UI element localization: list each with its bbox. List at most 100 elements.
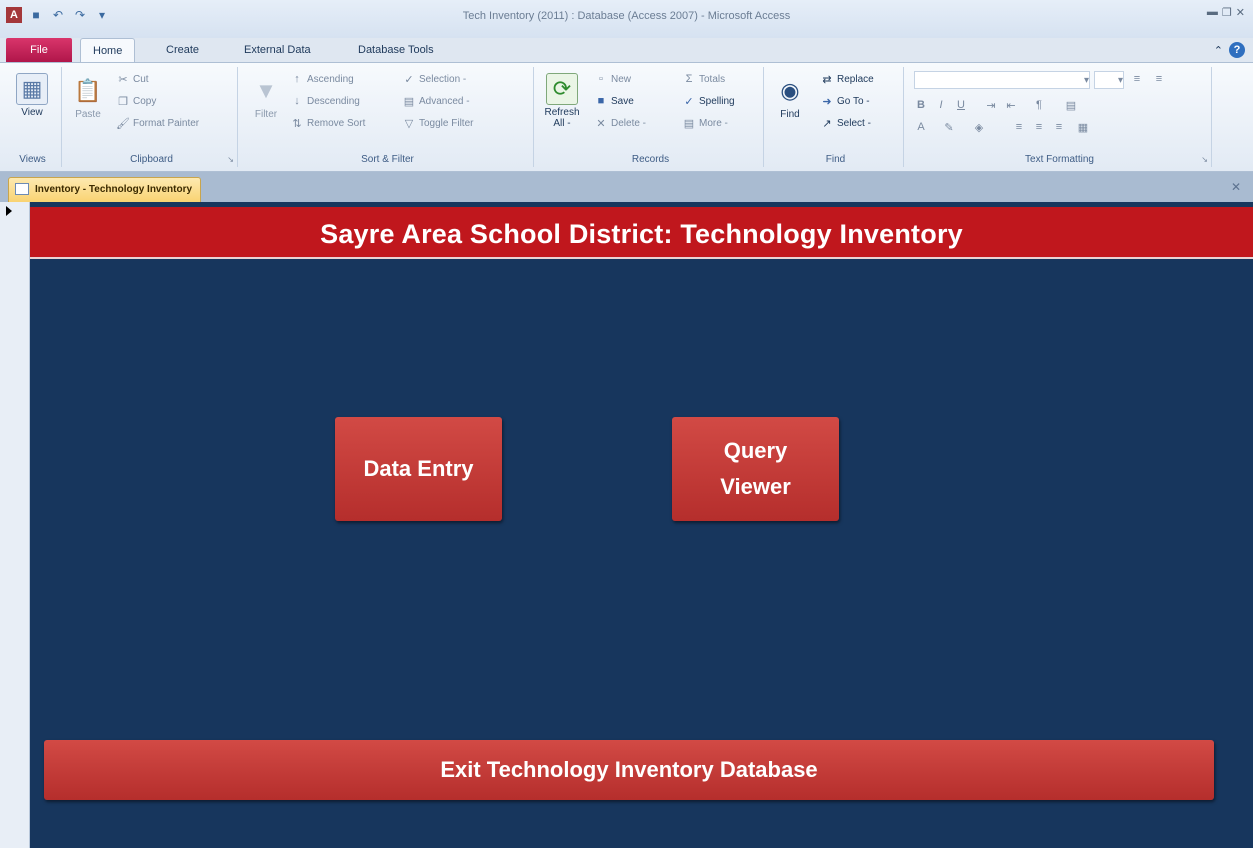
font-name-dropdown[interactable]: ▾ (914, 71, 1090, 89)
ascending-label: Ascending (307, 73, 354, 85)
new-record-button[interactable]: ▫ New (594, 73, 631, 85)
text-direction-button[interactable]: ¶ (1032, 99, 1046, 111)
view-icon: ▦ (16, 73, 48, 105)
underline-button[interactable]: U (954, 99, 968, 111)
fill-color-button[interactable]: ◈ (972, 121, 986, 134)
help-icon[interactable]: ? (1229, 42, 1245, 58)
close-icon[interactable]: ✕ (1236, 6, 1245, 19)
selection-button[interactable]: ✓ Selection - (402, 73, 466, 86)
cut-button[interactable]: ✂ Cut (116, 73, 148, 86)
indent-icon: ⇥ (986, 100, 996, 112)
more-button[interactable]: ▤ More - (682, 117, 728, 130)
totals-button[interactable]: Σ Totals (682, 73, 726, 85)
spelling-label: Spelling (699, 96, 735, 107)
tab-external-data[interactable]: External Data (232, 38, 323, 62)
descending-label: Descending (307, 95, 360, 107)
query-viewer-label-line2: Viewer (720, 474, 791, 499)
bold-icon: B (917, 99, 925, 111)
bullets-button[interactable]: ≡ (1130, 73, 1144, 85)
sort-filter-group-label: Sort & Filter (361, 154, 414, 165)
close-document-icon[interactable]: ✕ (1231, 180, 1241, 194)
gridlines-button[interactable]: ▦ (1076, 121, 1090, 134)
new-label: New (611, 73, 632, 85)
sort-ascending-icon: ↑ (294, 73, 300, 85)
align-center-button[interactable]: ≡ (1032, 121, 1046, 133)
goto-label: Go To - (837, 96, 870, 107)
italic-icon: I (939, 99, 943, 111)
selection-label: Selection - (419, 74, 467, 85)
align-left-button[interactable]: ≡ (1012, 121, 1026, 133)
underline-icon: U (957, 99, 965, 111)
record-selector[interactable] (0, 202, 30, 848)
text-formatting-launcher-icon[interactable]: ↘ (1201, 155, 1208, 164)
form-header: Sayre Area School District: Technology I… (30, 207, 1253, 259)
ribbon-tabs: File Home Create External Data Database … (0, 38, 1253, 62)
decrease-indent-button[interactable]: ⇤ (1004, 99, 1018, 112)
restore-icon[interactable]: ❐ (1222, 6, 1232, 19)
fill-color-icon: ◈ (974, 122, 984, 134)
numbering-icon: ≡ (1155, 73, 1163, 85)
refresh-all-button[interactable]: ⟳ Refresh All - (540, 73, 584, 129)
descending-button[interactable]: ↓ Descending (290, 95, 360, 107)
title-bar: A ■ ↶ ↷ ▾ Tech Inventory (2011) : Databa… (0, 0, 1253, 38)
highlight-icon: ✎ (944, 122, 954, 134)
delete-record-button[interactable]: ✕ Delete - (594, 117, 646, 130)
format-painter-label: Format Painter (133, 118, 200, 129)
align-right-button[interactable]: ≡ (1052, 121, 1066, 133)
advanced-label: Advanced - (419, 96, 470, 107)
tab-create[interactable]: Create (154, 38, 211, 62)
clipboard-launcher-icon[interactable]: ↘ (227, 155, 234, 164)
find-button[interactable]: ◉ Find (772, 75, 808, 120)
view-button[interactable]: ▦ View (12, 73, 52, 118)
remove-sort-button[interactable]: ⇅ Remove Sort (290, 117, 365, 130)
save-record-icon: ■ (597, 95, 605, 107)
records-group-label: Records (631, 154, 670, 165)
form-title: Sayre Area School District: Technology I… (320, 219, 963, 249)
line-spacing-button[interactable]: ▤ (1064, 99, 1078, 112)
minimize-ribbon-icon[interactable]: ⌃ (1214, 44, 1223, 57)
group-find: ◉ Find ⇄ Replace ➜ Go To - ↗ Select - Find (768, 67, 904, 167)
data-entry-label: Data Entry (363, 456, 474, 481)
numbering-button[interactable]: ≡ (1152, 73, 1166, 85)
replace-label: Replace (837, 74, 874, 85)
paste-icon: 📋 (74, 78, 102, 103)
toggle-filter-button[interactable]: ▽ Toggle Filter (402, 117, 474, 130)
sort-descending-icon: ↓ (294, 95, 300, 107)
tab-home[interactable]: Home (80, 38, 136, 62)
replace-button[interactable]: ⇄ Replace (820, 73, 874, 86)
copy-button[interactable]: ❐ Copy (116, 95, 156, 108)
increase-indent-button[interactable]: ⇥ (984, 99, 998, 112)
window-controls: ▬ ❐ ✕ (1207, 6, 1245, 19)
bullets-icon: ≡ (1133, 73, 1141, 85)
document-tab[interactable]: Inventory - Technology Inventory (8, 177, 202, 202)
group-records: ⟳ Refresh All - ▫ New ■ Save ✕ Delete - Σ To… (538, 67, 764, 167)
filter-button[interactable]: ▼ Filter (248, 75, 284, 120)
tab-file[interactable]: File (6, 38, 72, 62)
goto-button[interactable]: ➜ Go To - (820, 95, 870, 108)
spelling-button[interactable]: ✓ Spelling (682, 95, 735, 108)
italic-button[interactable]: I (934, 99, 948, 111)
highlight-button[interactable]: ✎ (942, 121, 956, 134)
data-entry-button[interactable]: Data Entry (335, 417, 502, 521)
ascending-button[interactable]: ↑ Ascending (290, 73, 354, 85)
font-size-dropdown[interactable]: ▾ (1094, 71, 1124, 89)
advanced-button[interactable]: ▤ Advanced - (402, 95, 470, 108)
select-button[interactable]: ↗ Select - (820, 117, 871, 130)
totals-icon: Σ (685, 73, 693, 85)
paste-button[interactable]: 📋 Paste (70, 75, 106, 120)
minimize-icon[interactable]: ▬ (1207, 6, 1218, 19)
format-painter-button[interactable]: 🖌 Format Painter (116, 117, 199, 130)
replace-icon: ⇄ (822, 74, 832, 86)
query-viewer-button[interactable]: Query Viewer (672, 417, 839, 521)
window-title: Tech Inventory (2011) : Database (Access… (462, 10, 791, 22)
bold-button[interactable]: B (914, 99, 928, 111)
binoculars-icon: ◉ (780, 78, 800, 103)
more-icon: ▤ (683, 118, 695, 130)
exit-database-button[interactable]: Exit Technology Inventory Database (44, 740, 1214, 800)
align-left-icon: ≡ (1015, 121, 1023, 133)
font-color-icon: A (917, 121, 925, 133)
font-color-button[interactable]: A (914, 121, 928, 133)
select-icon: ↗ (822, 118, 832, 130)
save-record-button[interactable]: ■ Save (594, 95, 634, 107)
tab-database-tools[interactable]: Database Tools (346, 38, 446, 62)
